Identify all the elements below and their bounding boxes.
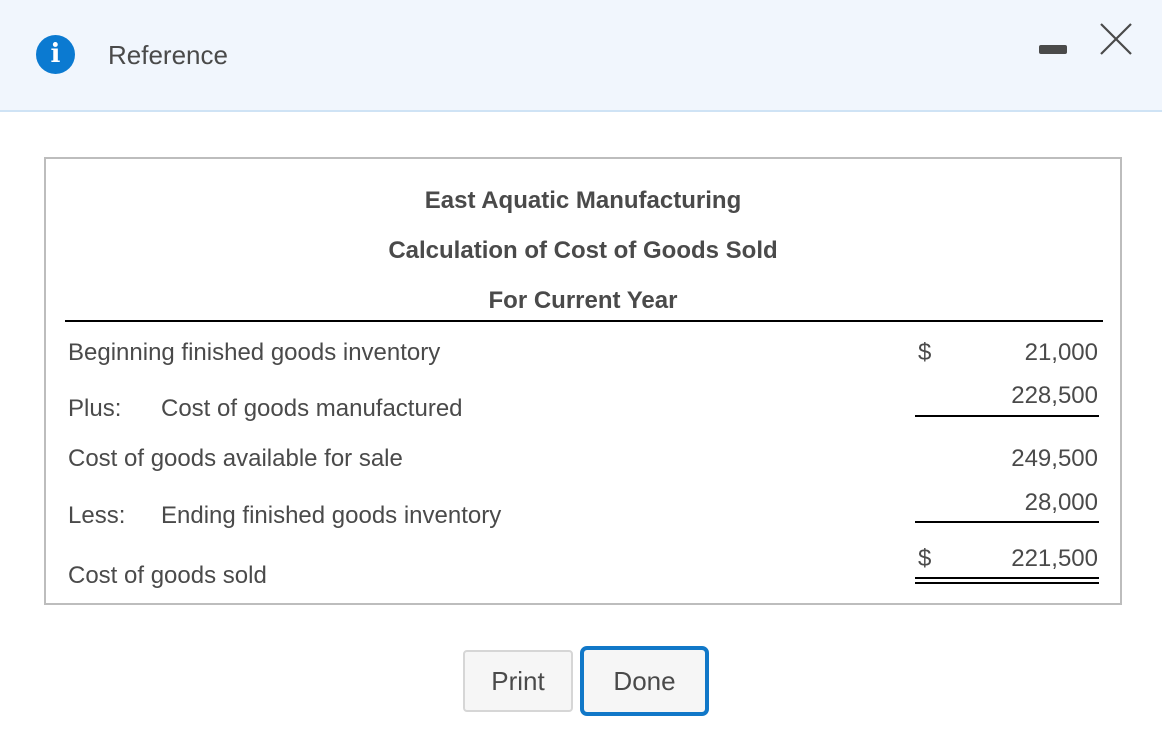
subtotal-rule (915, 521, 1099, 523)
amount-cost-manufactured: 228,500 (1011, 382, 1098, 409)
done-button[interactable]: Done (580, 646, 709, 716)
close-icon (1100, 23, 1132, 55)
minimize-button[interactable] (1036, 38, 1072, 62)
company-name: East Aquatic Manufacturing (424, 187, 742, 214)
row-label-ending-inventory: Ending finished goods inventory (161, 502, 502, 529)
amount-available-for-sale: 249,500 (1011, 445, 1098, 472)
info-icon: i (36, 35, 75, 74)
amount-ending-inventory: 28,000 (1024, 489, 1098, 516)
minimize-icon (1039, 45, 1067, 54)
cogs-report-panel: East Aquatic Manufacturing Calculation o… (44, 157, 1122, 605)
print-button[interactable]: Print (463, 650, 573, 712)
close-button[interactable] (1096, 20, 1136, 60)
row-label-available-for-sale: Cost of goods available for sale (68, 445, 403, 472)
dialog-title: Reference (108, 40, 228, 70)
heading-divider (65, 320, 1103, 322)
statement-title: Calculation of Cost of Goods Sold (388, 237, 778, 264)
row-label-cost-manufactured: Cost of goods manufactured (161, 395, 463, 422)
row-label-cost-of-goods-sold: Cost of goods sold (68, 562, 267, 589)
amount-cost-of-goods-sold: 221,500 (1011, 545, 1098, 572)
row-prefix-plus: Plus: (68, 395, 122, 422)
currency-symbol: $ (918, 545, 932, 572)
statement-period: For Current Year (488, 287, 678, 314)
amount-beginning-inventory: 21,000 (1024, 339, 1098, 366)
total-double-rule-top (915, 577, 1099, 579)
currency-symbol: $ (918, 339, 932, 366)
row-prefix-less: Less: (68, 502, 126, 529)
dialog-header: i Reference (0, 0, 1162, 112)
total-double-rule-bottom (915, 582, 1099, 584)
row-label-beginning-inventory: Beginning finished goods inventory (68, 339, 441, 366)
subtotal-rule (915, 415, 1099, 417)
